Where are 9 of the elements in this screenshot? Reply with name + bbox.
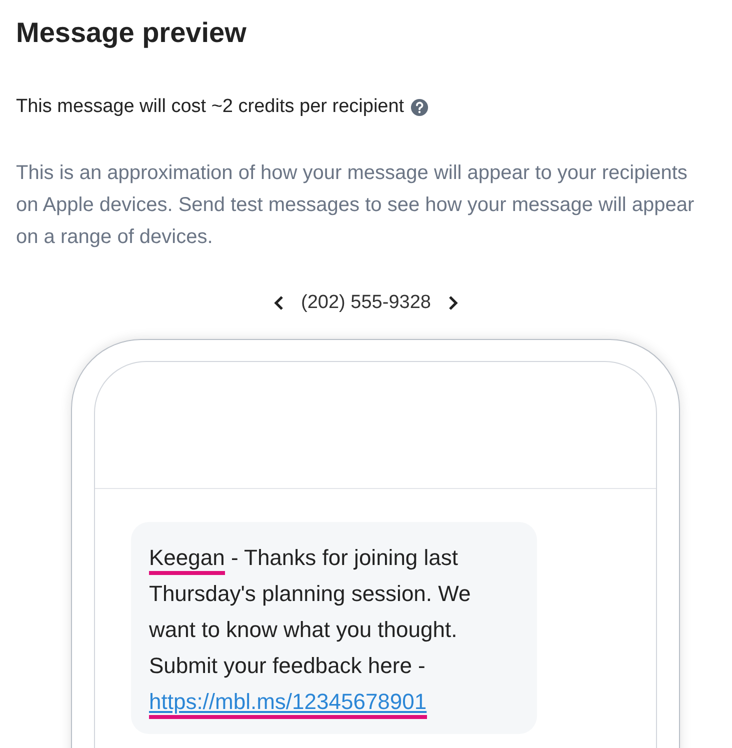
page-title: Message preview bbox=[16, 16, 248, 50]
help-icon[interactable] bbox=[410, 98, 430, 116]
message-link[interactable]: https://mbl.ms/12345678901 bbox=[149, 689, 427, 719]
cost-text: This message will cost ~2 credits per recipient bbox=[16, 95, 404, 119]
message-bubble: Keegan - Thanks for joining last Thursday's planning session. We want to know what you thought. Submit your feedback here - https://mbl.ms/12345678901 bbox=[131, 522, 537, 734]
description: This is an approximation of how your message will appear to your recipients on Apple devices. Send test messages to see how your message will appear on a range of devices. bbox=[16, 161, 696, 250]
next-icon[interactable] bbox=[446, 295, 459, 311]
previous-icon[interactable] bbox=[273, 295, 286, 311]
recipient-phone: (202) 555-9328 bbox=[301, 291, 431, 315]
